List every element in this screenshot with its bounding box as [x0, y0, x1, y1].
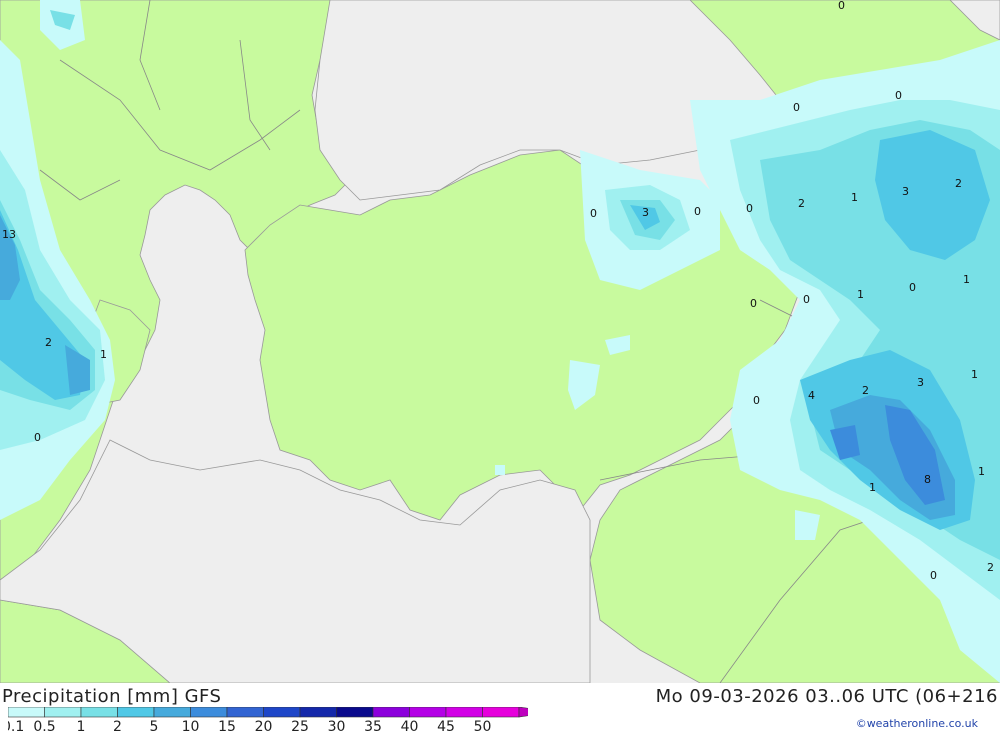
legend-swatch [226, 707, 264, 718]
value-label: 1 [100, 348, 107, 361]
legend-tick-label: 35 [364, 719, 382, 733]
legend-tick-label: 15 [218, 719, 236, 733]
legend-swatch [44, 707, 82, 718]
value-label: 13 [2, 228, 16, 241]
legend-tick-label: 10 [182, 719, 200, 733]
value-label: 3 [917, 376, 924, 389]
legend-tick-label: 25 [291, 719, 309, 733]
value-label: 2 [955, 177, 962, 190]
legend-tick-label: 2 [113, 719, 122, 733]
value-label: 1 [857, 288, 864, 301]
legend-swatch [8, 707, 45, 718]
map-title: Precipitation [mm] GFS [2, 686, 222, 707]
footer: Precipitation [mm] GFS Mo 09-03-2026 03.… [0, 683, 1000, 733]
value-label: 1 [971, 368, 978, 381]
value-label: 3 [642, 206, 649, 219]
value-label: 2 [798, 197, 805, 210]
legend-swatch [263, 707, 301, 718]
value-label: 1 [851, 191, 858, 204]
map-datetime: Mo 09-03-2026 03..06 UTC (06+216 [655, 686, 998, 707]
value-label: 0 [793, 101, 800, 114]
value-label: 2 [987, 561, 994, 574]
legend-swatch [80, 707, 118, 718]
value-label: 0 [694, 205, 701, 218]
value-label: 1 [869, 481, 876, 494]
value-label: 2 [45, 336, 52, 349]
legend-tick-label: 45 [437, 719, 455, 733]
legend-swatch [117, 707, 155, 718]
value-label: 0 [746, 202, 753, 215]
value-label: 0 [753, 394, 760, 407]
value-label: 0 [895, 89, 902, 102]
value-label: 0 [590, 207, 597, 220]
legend-swatch [299, 707, 337, 718]
value-label: 0 [803, 293, 810, 306]
legend-swatch [190, 707, 228, 718]
legend-swatch [336, 707, 374, 718]
color-legend: 0.10.5125101520253035404550 [8, 707, 528, 733]
legend-tick-label: 0.5 [33, 719, 55, 733]
credit-link[interactable]: ©weatheronline.co.uk [856, 717, 978, 730]
value-label: 0 [750, 297, 757, 310]
legend-swatch [372, 707, 410, 718]
legend-swatch [482, 707, 520, 718]
legend-swatch [445, 707, 483, 718]
value-label: 8 [924, 473, 931, 486]
legend-tick-label: 1 [77, 719, 86, 733]
legend-tick-label: 20 [255, 719, 273, 733]
value-label: 3 [902, 185, 909, 198]
legend-swatch [153, 707, 191, 718]
legend-arrow [518, 707, 528, 718]
legend-swatch [409, 707, 447, 718]
value-label: 4 [808, 389, 815, 402]
legend-tick-label: 0.1 [8, 719, 24, 733]
value-label: 1 [978, 465, 985, 478]
value-label: 0 [909, 281, 916, 294]
legend-tick-label: 40 [401, 719, 419, 733]
legend-tick-label: 30 [328, 719, 346, 733]
legend-tick-label: 5 [150, 719, 159, 733]
value-label: 0 [930, 569, 937, 582]
value-label: 0 [34, 431, 41, 444]
value-label: 0 [838, 0, 845, 12]
precipitation-map[interactable]: 0 0 0 3 0 0 2 1 3 2 0 1 0 0 1 13 2 1 0 0… [0, 0, 1000, 683]
legend-tick-label: 50 [474, 719, 492, 733]
value-label: 1 [963, 273, 970, 286]
value-label: 2 [862, 384, 869, 397]
